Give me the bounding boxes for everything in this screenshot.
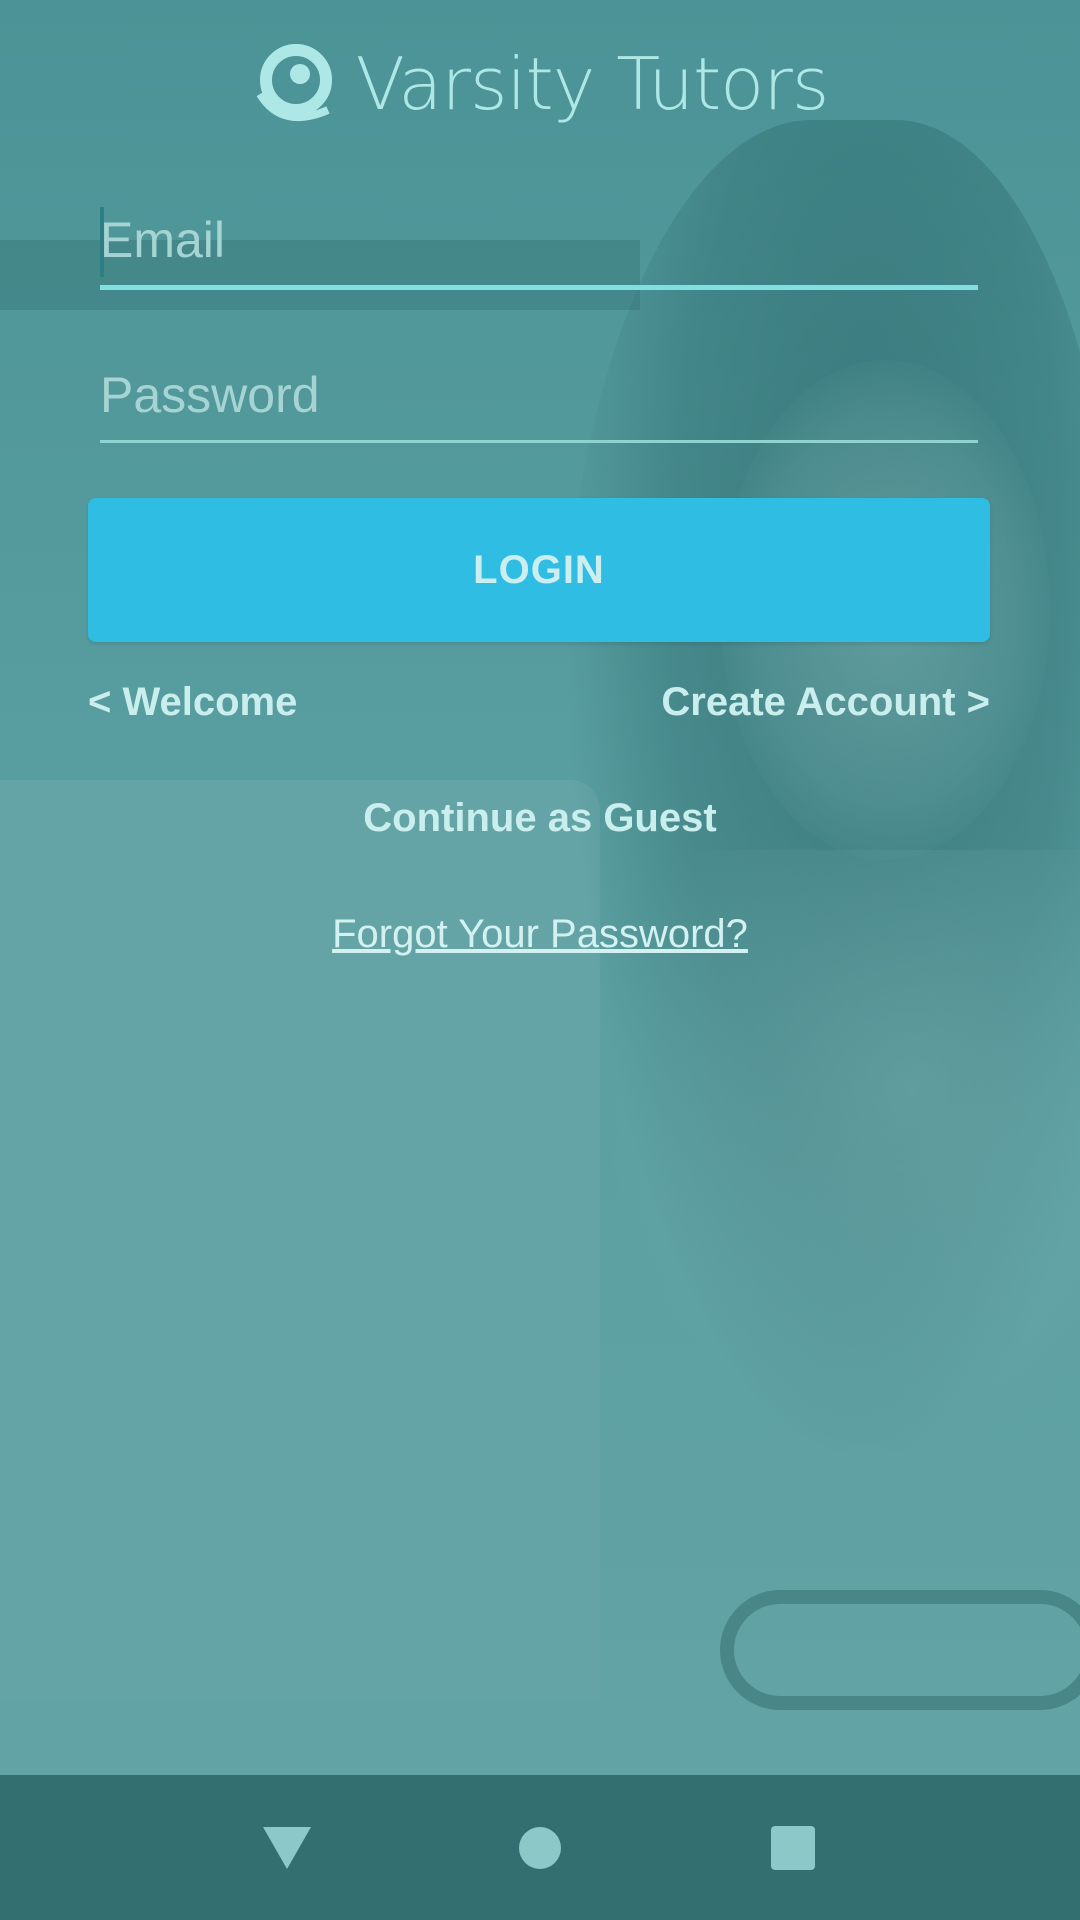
brand-logo: Varsity Tutors	[0, 40, 1080, 128]
forgot-password-link[interactable]: Forgot Your Password?	[0, 912, 1080, 957]
email-field[interactable]	[100, 195, 978, 290]
nav-home-button[interactable]	[500, 1808, 580, 1888]
password-field[interactable]	[100, 350, 978, 443]
welcome-link[interactable]: < Welcome	[88, 680, 297, 725]
text-cursor	[100, 207, 104, 277]
home-circle-icon	[518, 1826, 561, 1869]
brand-name: Varsity Tutors	[355, 42, 830, 126]
nav-recents-button[interactable]	[753, 1808, 833, 1888]
background-person-hair	[560, 120, 1080, 1470]
recents-square-icon	[771, 1825, 816, 1870]
password-input[interactable]	[100, 350, 978, 440]
continue-as-guest-link[interactable]: Continue as Guest	[0, 796, 1080, 841]
create-account-link[interactable]: Create Account >	[661, 680, 990, 725]
login-button[interactable]: LOGIN	[88, 498, 990, 642]
email-input[interactable]	[100, 195, 978, 285]
back-triangle-icon	[262, 1826, 311, 1869]
login-screen: Varsity Tutors LOGIN < Welcome Create Ac…	[0, 0, 1080, 1920]
varsity-tutors-logo-icon	[256, 44, 332, 122]
background-glasses	[720, 1590, 1080, 1710]
system-navigation-bar	[0, 1775, 1080, 1920]
nav-back-button[interactable]	[247, 1808, 327, 1888]
